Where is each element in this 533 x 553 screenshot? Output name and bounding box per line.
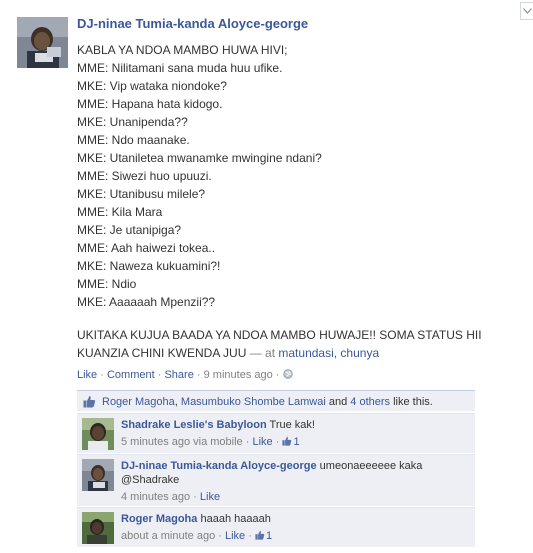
post-line: MME: Hapana hata kidogo. [77,97,223,111]
author-avatar[interactable] [17,17,68,68]
commenter-avatar[interactable] [82,418,114,450]
commenter-avatar[interactable] [82,512,114,544]
comment-text: True kak! [269,419,315,431]
post-line: MME: Ndio [77,277,137,291]
comment-item: Roger Magoha haaah haaaah about a minute… [77,507,475,547]
location-link[interactable]: matundasi, chunya [278,346,379,360]
comment-item: Shadrake Leslie's Babyloon True kak! 5 m… [77,413,475,453]
post-line: MME: Aah haiwezi tokea.. [77,241,216,255]
comment-meta: about a minute ago · Like · 1 [121,530,273,542]
others-link[interactable]: 4 others [350,396,390,408]
comment-like-link[interactable]: Like [200,491,220,503]
comment-meta: 4 minutes ago · Like [121,491,221,503]
post-closing: UKITAKA KUJUA BAADA YA NDOA MAMBO HUWAJE… [77,326,522,362]
post-author-name[interactable]: DJ-ninae Tumia-kanda Aloyce-george [77,16,308,31]
thumbs-up-icon [83,396,96,408]
comment-like-link[interactable]: Like [252,436,272,448]
comment-time[interactable]: about a minute ago [121,530,215,542]
post-timestamp[interactable]: 9 minutes ago [204,369,273,381]
comment-body: Roger Magoha haaah haaaah about a minute… [121,512,466,543]
comment-like-count[interactable]: 1 [282,436,300,448]
comment-author[interactable]: Shadrake Leslie's Babyloon [121,419,267,431]
post-options-chevron[interactable] [520,2,533,20]
post-line: MME: Siwezi huo upuuzi. [77,169,212,183]
comment-meta: 5 minutes ago via mobile · Like · 1 [121,436,300,448]
post-message: KABLA YA NDOA MAMBO HUWA HIVI; MME: Nili… [77,41,522,362]
post-line: MKE: Vip wataka niondoke? [77,79,227,93]
comment-author[interactable]: Roger Magoha [121,513,197,525]
post-line: MKE: Aaaaaah Mpenzii?? [77,295,216,309]
post-actions: Like · Comment · Share · 9 minutes ago · [77,369,293,381]
liker-link[interactable]: Masumbuko Shombe Lamwai [181,396,326,408]
liker-link[interactable]: Roger Magoha [102,396,175,408]
post-line: MKE: Naweza kukuamini?! [77,259,221,273]
comment-time[interactable]: 4 minutes ago [121,491,190,503]
likes-text: Roger Magoha, Masumbuko Shombe Lamwai an… [102,396,433,408]
comment-item: DJ-ninae Tumia-kanda Aloyce-george umeon… [77,454,475,506]
comment-author[interactable]: DJ-ninae Tumia-kanda Aloyce-george [121,460,317,472]
comment-like-count[interactable]: 1 [255,530,272,542]
location-prefix: — at [249,346,276,360]
likes-suffix: like this. [393,396,433,408]
likes-summary: Roger Magoha, Masumbuko Shombe Lamwai an… [77,390,475,411]
comment-body: Shadrake Leslie's Babyloon True kak! 5 m… [121,418,466,449]
like-link[interactable]: Like [77,369,97,381]
post-line: MKE: Utanibusu milele? [77,187,206,201]
comment-text: haaah haaaah [200,513,271,525]
likes-connector: and [328,396,348,408]
comment-body: DJ-ninae Tumia-kanda Aloyce-george umeon… [121,459,466,504]
post-line: MME: Nilitamani sana muda huu ufike. [77,61,283,75]
post-line: MME: Ndo maanake. [77,133,190,147]
thumbs-up-icon [282,436,292,446]
comment-time[interactable]: 5 minutes ago via mobile [121,436,243,448]
like-count: 1 [265,530,273,542]
commenter-avatar[interactable] [82,459,114,491]
like-count: 1 [293,436,300,448]
chevron-down-icon [523,8,532,14]
post-line: MKE: Unanipenda?? [77,115,188,129]
comment-like-link[interactable]: Like [225,530,245,542]
post-line: MME: Kila Mara [77,205,163,219]
post-line: KABLA YA NDOA MAMBO HUWA HIVI; [77,43,288,57]
post-line: MKE: Je utanipiga? [77,223,182,237]
post-line: MKE: Utaniletea mwanamke mwingine ndani? [77,151,322,165]
share-link[interactable]: Share [164,369,193,381]
globe-icon [282,369,293,379]
thumbs-up-icon [255,530,265,540]
comment-link[interactable]: Comment [107,369,155,381]
